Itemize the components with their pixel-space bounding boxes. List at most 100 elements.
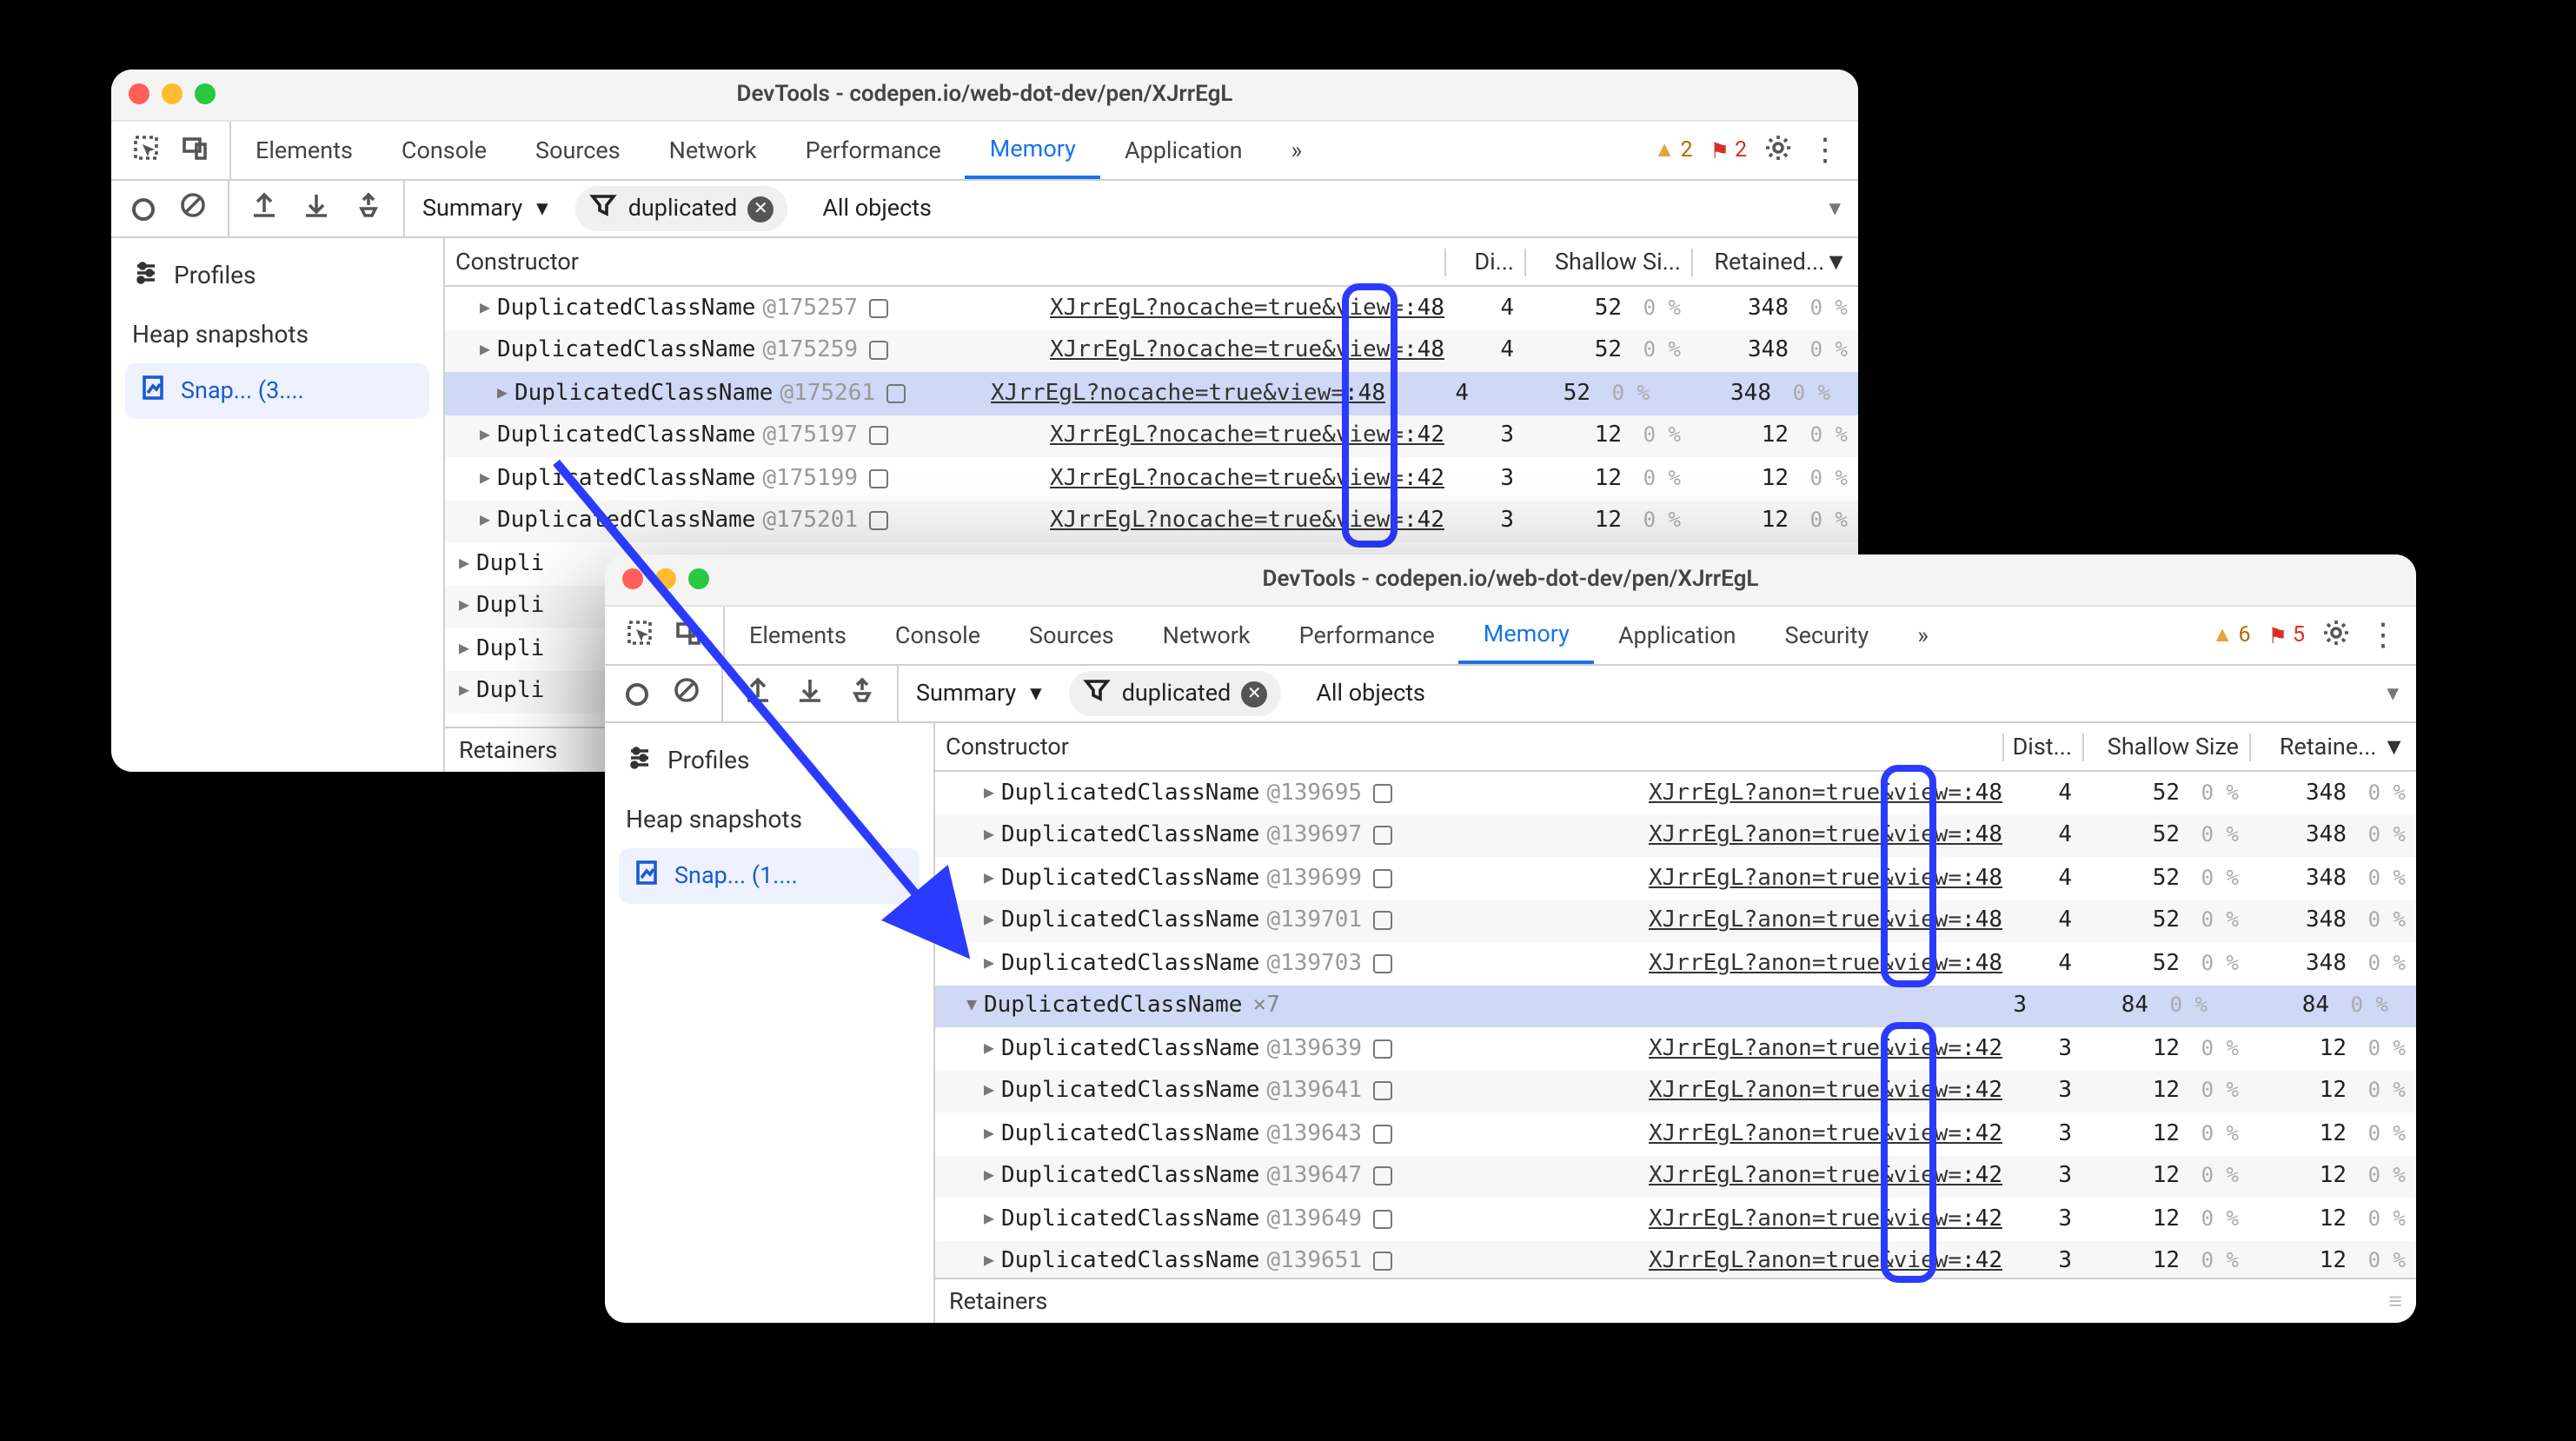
- snapshot-item[interactable]: Snap... (1....: [619, 848, 920, 904]
- view-select[interactable]: Summary▾: [405, 195, 566, 222]
- disclosure-triangle[interactable]: ▶: [480, 512, 497, 531]
- gc-icon[interactable]: [848, 676, 876, 711]
- table-row[interactable]: ▶ DuplicatedClassName@139699XJrrEgL?anon…: [935, 857, 2416, 900]
- object-icon[interactable]: [1372, 954, 1391, 973]
- source-link[interactable]: XJrrEgL?anon=true&view=:42: [1649, 1079, 2002, 1105]
- disclosure-triangle[interactable]: ▶: [480, 299, 497, 318]
- export-icon[interactable]: [744, 676, 772, 711]
- gc-icon[interactable]: [355, 191, 382, 226]
- warnings-badge[interactable]: ▲2: [1654, 137, 1693, 163]
- tab-elements[interactable]: Elements: [725, 607, 871, 664]
- table-row[interactable]: ▶ DuplicatedClassName@139641XJrrEgL?anon…: [935, 1070, 2416, 1112]
- class-filter[interactable]: duplicated ✕: [576, 186, 788, 231]
- object-icon[interactable]: [1372, 1082, 1391, 1101]
- source-link[interactable]: XJrrEgL?anon=true&view=:48: [1649, 951, 2002, 977]
- table-row[interactable]: ▶ DuplicatedClassName@175201XJrrEgL?noca…: [445, 500, 1858, 542]
- tab-console[interactable]: Console: [377, 122, 511, 179]
- col-shallow[interactable]: Shallow Si...: [1524, 248, 1691, 276]
- disclosure-triangle[interactable]: ▶: [984, 827, 1001, 846]
- object-icon[interactable]: [1372, 1210, 1391, 1229]
- object-icon[interactable]: [868, 299, 887, 318]
- tab-network[interactable]: Network: [1139, 607, 1275, 664]
- minimize-dot[interactable]: [655, 568, 676, 589]
- tab-performance[interactable]: Performance: [1275, 607, 1459, 664]
- inspect-icon[interactable]: [626, 618, 654, 653]
- import-icon[interactable]: [796, 676, 824, 711]
- tabs-overflow[interactable]: »: [1893, 607, 1953, 664]
- tab-application[interactable]: Application: [1100, 122, 1267, 179]
- view-select[interactable]: Summary▾: [899, 680, 1059, 707]
- disclosure-triangle[interactable]: ▶: [984, 954, 1001, 973]
- tab-sources[interactable]: Sources: [511, 122, 645, 179]
- table-row[interactable]: ▶ DuplicatedClassName@175199XJrrEgL?noca…: [445, 457, 1858, 500]
- col-retained[interactable]: Retained...▼: [1691, 248, 1858, 276]
- object-icon[interactable]: [1372, 869, 1391, 888]
- disclosure-triangle[interactable]: ▶: [459, 597, 476, 616]
- tabs-overflow[interactable]: »: [1267, 122, 1327, 179]
- source-link[interactable]: XJrrEgL?anon=true&view=:42: [1649, 1249, 2002, 1275]
- object-icon[interactable]: [886, 384, 905, 403]
- table-row[interactable]: ▼ DuplicatedClassName×7 3 840 % 840 %: [935, 985, 2416, 1027]
- table-row[interactable]: ▶ DuplicatedClassName@139697XJrrEgL?anon…: [935, 814, 2416, 857]
- device-icon[interactable]: [674, 618, 702, 653]
- source-link[interactable]: XJrrEgL?anon=true&view=:42: [1649, 1121, 2002, 1147]
- object-icon[interactable]: [868, 469, 887, 488]
- tab-memory[interactable]: Memory: [1459, 607, 1594, 664]
- clear-icon[interactable]: [673, 676, 700, 711]
- disclosure-triangle[interactable]: ▶: [480, 469, 497, 488]
- object-icon[interactable]: [1372, 1039, 1391, 1059]
- object-icon[interactable]: [1372, 912, 1391, 931]
- sidebar-profiles[interactable]: Profiles: [111, 249, 443, 304]
- col-retained[interactable]: Retaine... ▼: [2249, 733, 2416, 760]
- object-icon[interactable]: [868, 342, 887, 361]
- source-link[interactable]: XJrrEgL?nocache=true&view=:42: [1050, 508, 1444, 535]
- disclosure-triangle[interactable]: ▶: [459, 554, 476, 574]
- source-link[interactable]: XJrrEgL?anon=true&view=:42: [1649, 1036, 2002, 1062]
- inspect-icon[interactable]: [132, 133, 160, 168]
- object-icon[interactable]: [868, 512, 887, 531]
- tab-network[interactable]: Network: [645, 122, 781, 179]
- close-dot[interactable]: [622, 568, 643, 589]
- import-icon[interactable]: [302, 191, 330, 226]
- source-link[interactable]: XJrrEgL?anon=true&view=:48: [1649, 780, 2002, 807]
- disclosure-triangle[interactable]: ▶: [984, 1082, 1001, 1101]
- object-icon[interactable]: [1372, 827, 1391, 846]
- disclosure-triangle[interactable]: ▼: [966, 997, 984, 1016]
- disclosure-triangle[interactable]: ▶: [497, 384, 515, 403]
- table-row[interactable]: ▶ DuplicatedClassName@175259XJrrEgL?noca…: [445, 329, 1858, 372]
- kebab-icon[interactable]: ⋮: [2367, 617, 2399, 654]
- tab-sources[interactable]: Sources: [1005, 607, 1139, 664]
- object-icon[interactable]: [868, 427, 887, 446]
- objects-select[interactable]: All objects: [1298, 680, 1443, 707]
- minimize-dot[interactable]: [162, 83, 183, 104]
- source-link[interactable]: XJrrEgL?nocache=true&view=:42: [1050, 466, 1444, 492]
- clear-filter-icon[interactable]: ✕: [747, 196, 773, 222]
- disclosure-triangle[interactable]: ▶: [984, 1125, 1001, 1144]
- col-constructor[interactable]: Constructor: [445, 248, 1444, 276]
- kebab-icon[interactable]: ⋮: [1809, 132, 1841, 169]
- table-row[interactable]: ▶ DuplicatedClassName@139649XJrrEgL?anon…: [935, 1198, 2416, 1240]
- errors-badge[interactable]: ⚑5: [2268, 621, 2306, 649]
- source-link[interactable]: XJrrEgL?anon=true&view=:48: [1649, 908, 2002, 934]
- settings-icon[interactable]: [2322, 618, 2350, 653]
- export-icon[interactable]: [250, 191, 278, 226]
- objects-select[interactable]: All objects: [805, 195, 949, 222]
- table-row[interactable]: ▶ DuplicatedClassName@139695XJrrEgL?anon…: [935, 772, 2416, 814]
- disclosure-triangle[interactable]: ▶: [459, 640, 476, 659]
- disclosure-triangle[interactable]: ▶: [984, 912, 1001, 931]
- device-icon[interactable]: [181, 133, 209, 168]
- tab-elements[interactable]: Elements: [231, 122, 377, 179]
- grip-icon[interactable]: ≡: [2388, 1287, 2402, 1315]
- tab-console[interactable]: Console: [871, 607, 1005, 664]
- sidebar-profiles[interactable]: Profiles: [605, 734, 933, 789]
- snapshot-item[interactable]: Snap... (3....: [125, 363, 429, 419]
- source-link[interactable]: XJrrEgL?anon=true&view=:48: [1649, 823, 2002, 849]
- errors-badge[interactable]: ⚑2: [1710, 136, 1748, 164]
- table-row[interactable]: ▶ DuplicatedClassName@139643XJrrEgL?anon…: [935, 1112, 2416, 1155]
- table-row[interactable]: ▶ DuplicatedClassName@139701XJrrEgL?anon…: [935, 900, 2416, 942]
- chevron-down-icon[interactable]: ▾: [1829, 195, 1858, 222]
- source-link[interactable]: XJrrEgL?nocache=true&view=:48: [1050, 296, 1444, 322]
- disclosure-triangle[interactable]: ▶: [984, 1039, 1001, 1059]
- table-row[interactable]: ▶ DuplicatedClassName@175261XJrrEgL?noca…: [445, 372, 1858, 415]
- table-row[interactable]: ▶ DuplicatedClassName@139703XJrrEgL?anon…: [935, 942, 2416, 985]
